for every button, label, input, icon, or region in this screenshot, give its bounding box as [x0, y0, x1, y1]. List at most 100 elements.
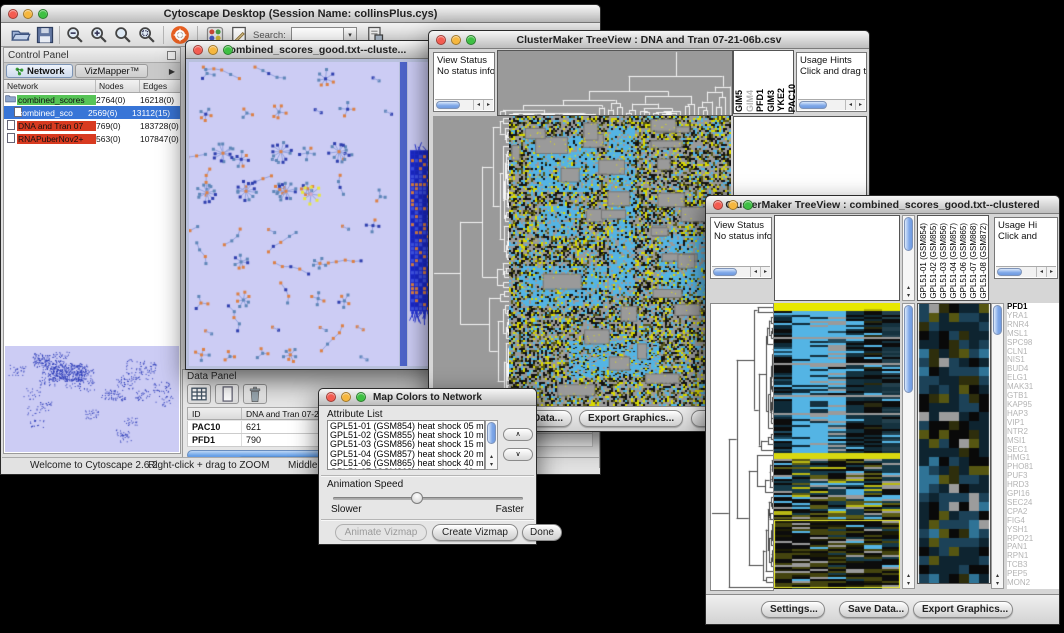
network-row-dna-tran[interactable]: DNA and Tran 07 769(0) 183728(0): [4, 119, 180, 132]
tv1-heatmap[interactable]: [509, 116, 731, 406]
table-icon[interactable]: [187, 384, 211, 404]
usage-hints-info: Click and: [998, 231, 1054, 242]
column-label[interactable]: GIM5: [735, 90, 745, 112]
zoom-button[interactable]: [466, 35, 476, 45]
column-label[interactable]: YKE2: [777, 88, 787, 112]
tv1-row-dendrogram[interactable]: [433, 116, 509, 406]
close-button[interactable]: [436, 35, 446, 45]
minimize-button[interactable]: [728, 200, 738, 210]
done-button[interactable]: Done: [522, 524, 562, 541]
treeview2-title: ClusterMaker TreeView : combined_scores_…: [706, 196, 1059, 214]
zoom-in-icon[interactable]: [89, 25, 109, 45]
folder-icon: [4, 94, 17, 105]
column-label[interactable]: GPL51-04 (GSM857): [949, 223, 959, 299]
animate-vizmap-button[interactable]: Animate Vizmap: [335, 524, 427, 541]
new-page-icon[interactable]: [215, 384, 239, 404]
tv2-button-bar: Settings... Save Data... Export Graphics…: [706, 594, 1059, 624]
close-button[interactable]: [193, 45, 203, 55]
zoom-out-icon[interactable]: [65, 25, 85, 45]
treeview2-titlebar[interactable]: ClusterMaker TreeView : combined_scores_…: [706, 196, 1059, 214]
column-label[interactable]: GPL51-06 (GSM865): [959, 223, 969, 299]
zoom-button[interactable]: [356, 392, 366, 402]
column-label[interactable]: PFD1: [756, 89, 766, 112]
close-button[interactable]: [8, 9, 18, 19]
settings-button[interactable]: Settings...: [761, 601, 825, 618]
tv2-zoom-heatmap[interactable]: [917, 303, 991, 584]
main-titlebar[interactable]: Cytoscape Desktop (Session Name: collins…: [1, 5, 600, 23]
document-icon: [4, 133, 17, 145]
column-label[interactable]: GIM3: [767, 90, 777, 112]
close-button[interactable]: [326, 392, 336, 402]
network-overview-canvas[interactable]: [5, 346, 179, 452]
column-label[interactable]: GIM4: [746, 90, 756, 112]
zoom-button[interactable]: [38, 9, 48, 19]
dialog-titlebar[interactable]: Map Colors to Network: [319, 389, 536, 406]
column-label[interactable]: GPL51-07 (GSM868): [969, 223, 979, 299]
usage-hints-info: Click and drag to: [800, 66, 863, 77]
zoom-selected-icon[interactable]: [137, 25, 157, 45]
move-up-button[interactable]: ∧: [503, 428, 533, 441]
scrollbar[interactable]: ▴▾: [902, 215, 915, 301]
control-panel-header: Control Panel: [4, 48, 180, 63]
minimize-button[interactable]: [341, 392, 351, 402]
zoom-fit-icon[interactable]: [113, 25, 133, 45]
open-file-icon[interactable]: [11, 25, 31, 45]
attribute-list-scrollbar[interactable]: ▴▾: [485, 420, 498, 470]
close-button[interactable]: [713, 200, 723, 210]
move-down-button[interactable]: ∨: [503, 448, 533, 461]
network-view-titlebar[interactable]: combined_scores_good.txt--cluste...: [186, 41, 444, 59]
trash-icon[interactable]: [243, 384, 267, 404]
scrollbar[interactable]: ◂▸: [712, 266, 770, 277]
main-window-title: Cytoscape Desktop (Session Name: collins…: [1, 5, 600, 23]
treeview2-window: ClusterMaker TreeView : combined_scores_…: [705, 195, 1060, 625]
tv2-view-status-box: View Status No status info f ◂▸: [710, 217, 772, 279]
view-status-title: View Status: [437, 55, 491, 66]
column-label[interactable]: GPL51-02 (GSM855): [929, 223, 939, 299]
slider-thumb[interactable]: [411, 492, 423, 504]
tab-vizmapper[interactable]: VizMapper™: [75, 64, 148, 78]
tv2-zoom-scrollbar[interactable]: ▴▾: [991, 303, 1004, 589]
network-tab-icon: [15, 67, 24, 76]
scrollbar[interactable]: ◂▸: [435, 99, 493, 110]
view-status-info: No status info f: [714, 231, 768, 242]
minimize-button[interactable]: [451, 35, 461, 45]
zoom-button[interactable]: [223, 45, 233, 55]
minimize-button[interactable]: [208, 45, 218, 55]
network-row-selected[interactable]: combined_sco 2569(6) 13112(15): [4, 106, 180, 119]
network-row-rnapuber[interactable]: RNAPuberNov2+ 563(0) 107847(0): [4, 132, 180, 145]
save-icon[interactable]: [35, 25, 55, 45]
scrollbar[interactable]: ◂▸: [996, 266, 1056, 277]
status-hint-middle: Middle-: [288, 460, 321, 471]
column-label[interactable]: GPL51-03 (GSM856): [939, 223, 949, 299]
slower-label: Slower: [331, 504, 362, 515]
status-welcome: Welcome to Cytoscape 2.6.2: [30, 460, 158, 471]
minimize-button[interactable]: [23, 9, 33, 19]
attribute-item[interactable]: GPL51-07 (GSM868) heat shock 60 min: [330, 468, 482, 470]
scrollbar[interactable]: ◂▸: [798, 99, 865, 110]
float-panel-icon[interactable]: [167, 51, 176, 60]
tv2-row-dendrogram[interactable]: [710, 303, 774, 591]
network-view-divider[interactable]: [400, 62, 407, 366]
save-data-button[interactable]: Save Data...: [839, 601, 909, 618]
desktop: Cytoscape Desktop (Session Name: collins…: [0, 0, 1064, 633]
column-label[interactable]: GPL51-01 (GSM854): [919, 223, 929, 299]
map-colors-dialog: Map Colors to Network Attribute List GPL…: [318, 388, 537, 545]
tab-overflow-arrow[interactable]: ▶: [169, 67, 178, 76]
animation-speed-slider[interactable]: [333, 497, 523, 500]
network-row-combined-scores[interactable]: combined_scores 2764(0) 16218(0): [4, 93, 180, 106]
tv2-heatmap-scrollbar[interactable]: ▴▾: [902, 303, 915, 589]
tab-network[interactable]: Network: [6, 64, 73, 78]
zoom-button[interactable]: [743, 200, 753, 210]
export-graphics-button[interactable]: Export Graphics...: [913, 601, 1013, 618]
view-status-title: View Status: [714, 220, 768, 231]
export-graphics-button[interactable]: Export Graphics...: [579, 410, 683, 427]
create-vizmap-button[interactable]: Create Vizmap: [432, 524, 518, 541]
network-canvas[interactable]: [189, 62, 399, 366]
treeview1-titlebar[interactable]: ClusterMaker TreeView : DNA and Tran 07-…: [429, 31, 869, 49]
tv1-view-status-box: View Status No status info f ◂▸: [433, 52, 495, 112]
tv2-heatmap[interactable]: [774, 303, 900, 589]
column-label[interactable]: GPL51-08 (GSM872): [979, 223, 989, 299]
tv2-column-dendrogram-area[interactable]: [774, 215, 900, 301]
gene-label[interactable]: MON2: [1007, 579, 1059, 588]
tv1-column-dendrogram[interactable]: [497, 50, 733, 116]
